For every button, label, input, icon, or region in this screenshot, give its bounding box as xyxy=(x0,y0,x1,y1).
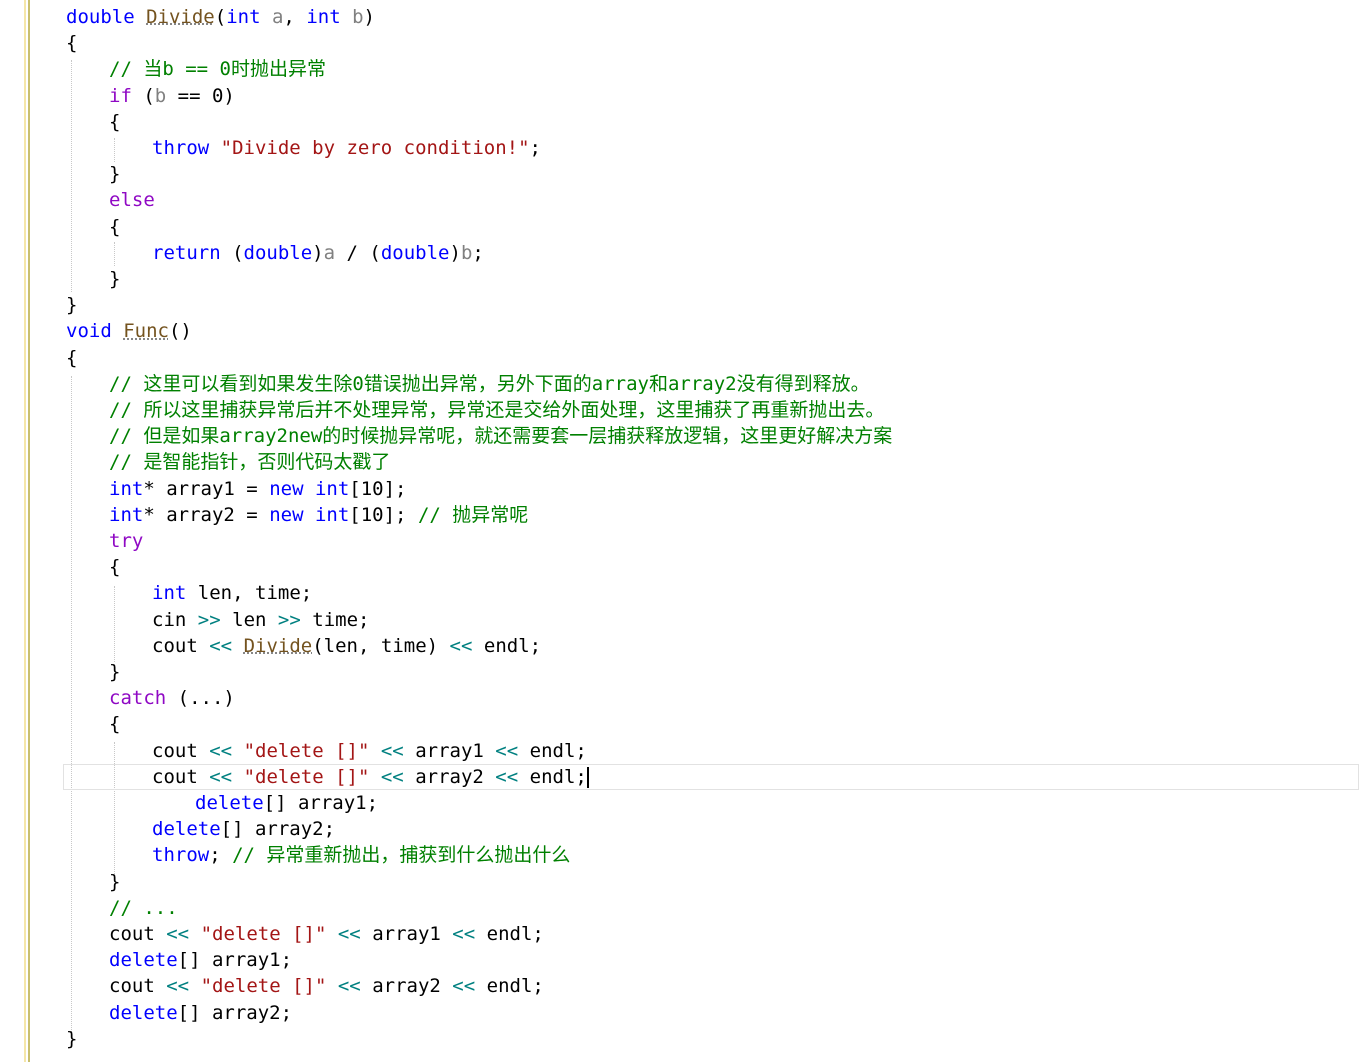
code-line[interactable]: // ... xyxy=(0,895,1359,921)
text-caret xyxy=(586,766,589,788)
code-line[interactable]: delete[] array1; xyxy=(0,790,1359,816)
code-line-text: // 但是如果array2new的时候抛异常呢，就还需要套一层捕获释放逻辑，这里… xyxy=(109,425,893,448)
code-line-text: { xyxy=(109,556,121,579)
code-line-text: // ... xyxy=(109,896,178,919)
code-line-text: int len, time; xyxy=(152,582,313,605)
code-line-text: cin >> len >> time; xyxy=(152,608,370,631)
code-line[interactable]: cin >> len >> time; xyxy=(0,607,1359,633)
code-line-text: } xyxy=(66,1027,78,1050)
code-line[interactable]: { xyxy=(0,109,1359,135)
code-line-text: else xyxy=(109,189,155,212)
code-line-text: cout << Divide(len, time) << endl; xyxy=(152,634,542,657)
code-line-text: { xyxy=(66,346,78,369)
code-line[interactable]: delete[] array2; xyxy=(0,816,1359,842)
code-line-text: // 是智能指针，否则代码太戳了 xyxy=(109,451,391,474)
code-line[interactable]: { xyxy=(0,711,1359,737)
code-line[interactable]: // 但是如果array2new的时候抛异常呢，就还需要套一层捕获释放逻辑，这里… xyxy=(0,423,1359,449)
code-line[interactable]: catch (...) xyxy=(0,685,1359,711)
code-line-text: cout << "delete []" << array1 << endl; xyxy=(109,923,544,945)
code-line-text: double Divide(int a, int b) xyxy=(66,6,375,28)
code-line-text: { xyxy=(109,110,121,133)
code-line[interactable]: throw; // 异常重新抛出，捕获到什么抛出什么 xyxy=(0,842,1359,868)
code-line[interactable]: cout << "delete []" << array1 << endl; xyxy=(0,738,1359,764)
code-line-text: cout << "delete []" << array2 << endl; xyxy=(152,765,589,788)
code-line[interactable]: delete[] array1; xyxy=(0,947,1359,973)
code-line-text: delete[] array2; xyxy=(109,1001,293,1024)
code-line[interactable]: // 是智能指针，否则代码太戳了 xyxy=(0,449,1359,475)
code-line[interactable]: } xyxy=(0,161,1359,187)
code-line-text: int* array2 = new int[10]; // 抛异常呢 xyxy=(109,503,529,526)
code-line[interactable]: } xyxy=(0,869,1359,895)
code-line[interactable]: { xyxy=(0,214,1359,240)
code-line-text: delete[] array1; xyxy=(195,792,379,814)
code-line[interactable]: // 所以这里捕获异常后并不处理异常，异常还是交给外面处理，这里捕获了再重新抛出… xyxy=(0,397,1359,423)
code-line[interactable]: if (b == 0) xyxy=(0,83,1359,109)
code-line-text: // 所以这里捕获异常后并不处理异常，异常还是交给外面处理，这里捕获了再重新抛出… xyxy=(109,399,885,421)
code-line[interactable]: } xyxy=(0,292,1359,318)
code-line-text: } xyxy=(109,163,121,186)
code-line[interactable]: else xyxy=(0,187,1359,213)
code-line-text: } xyxy=(109,268,121,290)
code-line[interactable]: delete[] array2; xyxy=(0,1000,1359,1026)
code-line-text: cout << "delete []" << array2 << endl; xyxy=(109,975,544,998)
code-editor[interactable]: double Divide(int a, int b) { // 当b == 0时抛… xyxy=(0,0,1359,1062)
code-line-text: delete[] array1; xyxy=(109,949,293,972)
code-line[interactable]: int len, time; xyxy=(0,580,1359,606)
code-line[interactable]: { xyxy=(0,30,1359,56)
code-line-text: { xyxy=(66,32,78,55)
code-line[interactable]: { xyxy=(0,345,1359,371)
code-line[interactable]: cout << "delete []" << array1 << endl; xyxy=(0,921,1359,947)
code-line-text: try xyxy=(109,530,144,552)
code-line[interactable]: } xyxy=(0,1026,1359,1052)
code-line[interactable]: void Func() xyxy=(0,318,1359,344)
code-line[interactable]: // 当b == 0时抛出异常 xyxy=(0,56,1359,82)
code-line-text: { xyxy=(109,713,121,736)
code-line-text: // 这里可以看到如果发生除0错误抛出异常，另外下面的array和array2没… xyxy=(109,372,870,395)
code-line-text: throw "Divide by zero condition!"; xyxy=(152,137,541,159)
code-line[interactable]: { xyxy=(0,554,1359,580)
code-line[interactable]: throw "Divide by zero condition!"; xyxy=(0,135,1359,161)
code-line-text: return (double)a / (double)b; xyxy=(152,241,484,264)
code-line-text: delete[] array2; xyxy=(152,818,336,841)
code-line-text: void Func() xyxy=(66,320,192,343)
code-line-text: // 当b == 0时抛出异常 xyxy=(109,58,326,81)
code-line-text: if (b == 0) xyxy=(109,84,235,107)
code-line[interactable]: int* array1 = new int[10]; xyxy=(0,476,1359,502)
code-line[interactable]: return (double)a / (double)b; xyxy=(0,240,1359,266)
code-line-text: { xyxy=(109,215,121,238)
code-line-text: } xyxy=(109,870,121,893)
code-line[interactable]: // 这里可以看到如果发生除0错误抛出异常，另外下面的array和array2没… xyxy=(0,371,1359,397)
code-line-text: int* array1 = new int[10]; xyxy=(109,477,407,500)
code-line[interactable]: cout << "delete []" << array2 << endl; xyxy=(0,763,1359,790)
code-line-text: cout << "delete []" << array1 << endl; xyxy=(152,739,587,762)
code-line-text: catch (...) xyxy=(109,687,235,710)
code-line[interactable]: cout << Divide(len, time) << endl; xyxy=(0,633,1359,659)
code-line-text: throw; // 异常重新抛出，捕获到什么抛出什么 xyxy=(152,844,571,867)
code-line-text: } xyxy=(109,661,121,683)
code-line[interactable]: double Divide(int a, int b) xyxy=(0,4,1359,30)
code-line-text: } xyxy=(66,294,78,317)
code-line[interactable]: } xyxy=(0,659,1359,685)
code-line[interactable]: int* array2 = new int[10]; // 抛异常呢 xyxy=(0,502,1359,528)
code-line[interactable]: try xyxy=(0,528,1359,554)
code-line[interactable]: cout << "delete []" << array2 << endl; xyxy=(0,973,1359,999)
code-line[interactable]: } xyxy=(0,266,1359,292)
